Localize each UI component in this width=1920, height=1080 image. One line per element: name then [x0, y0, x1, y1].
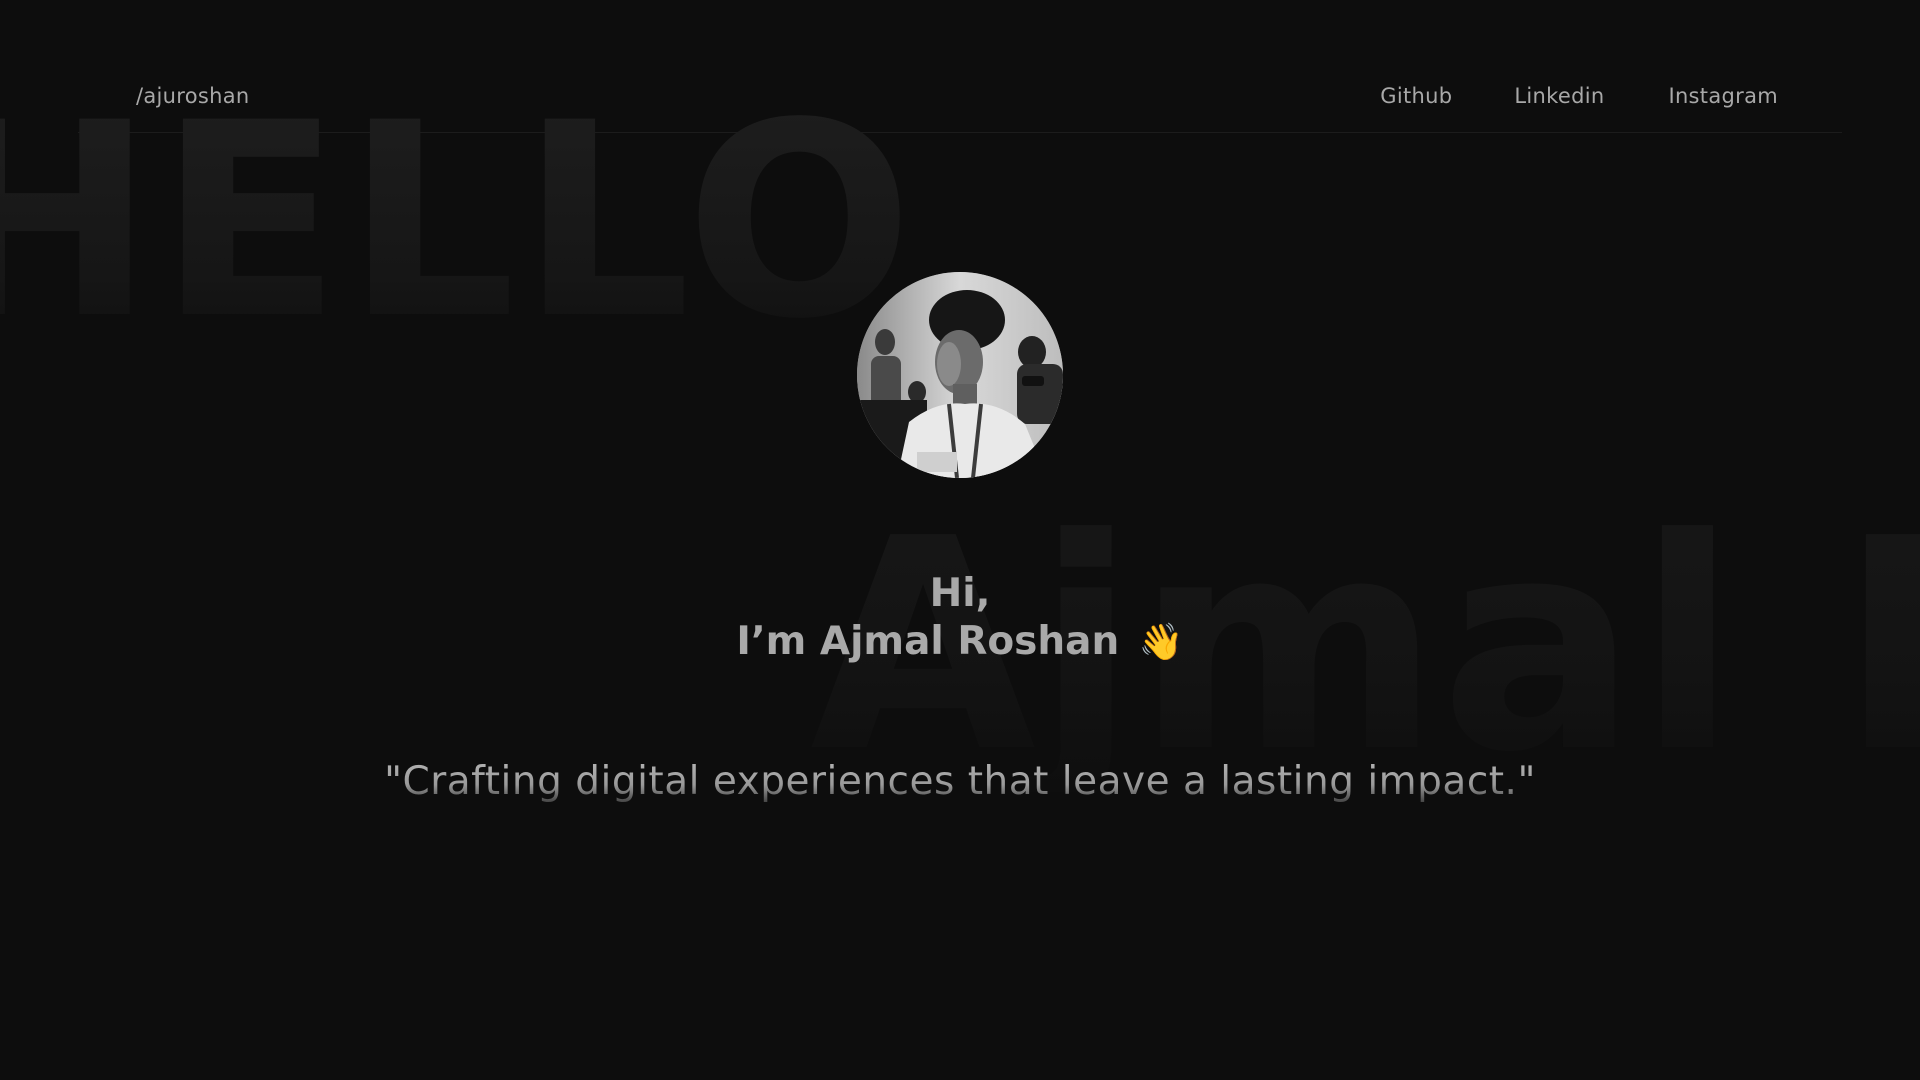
page: HELLO Ajmal R /ajuroshan Github Linkedin…	[0, 0, 1920, 1080]
wave-icon: 👋	[1138, 622, 1184, 663]
profile-avatar	[857, 272, 1063, 478]
greeting-hi: Hi,	[929, 571, 991, 616]
nav-links: Github Linkedin Instagram	[1380, 84, 1778, 108]
nav-github-link[interactable]: Github	[1380, 84, 1452, 108]
tagline-quote: "Crafting digital experiences that leave…	[0, 756, 1920, 808]
greeting-name: I’m Ajmal Roshan 👋	[0, 617, 1920, 667]
site-header: /ajuroshan Github Linkedin Instagram	[78, 0, 1842, 133]
avatar-portrait	[857, 272, 1063, 478]
nav-instagram-link[interactable]: Instagram	[1668, 84, 1778, 108]
logo-link[interactable]: /ajuroshan	[136, 84, 250, 108]
nav-linkedin-link[interactable]: Linkedin	[1514, 84, 1604, 108]
greeting-name-text: I’m Ajmal Roshan	[736, 619, 1120, 664]
